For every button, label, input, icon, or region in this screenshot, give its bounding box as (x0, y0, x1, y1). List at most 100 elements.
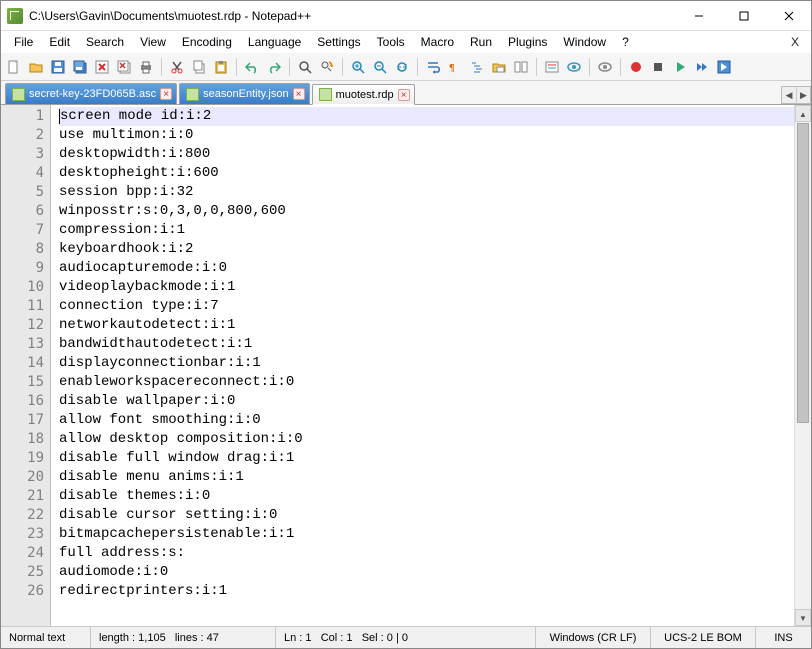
code-line[interactable]: full address:s: (59, 544, 794, 563)
menu-macro[interactable]: Macro (414, 33, 461, 51)
new-file-icon[interactable] (5, 58, 23, 76)
line-number: 21 (1, 487, 44, 506)
menu-edit[interactable]: Edit (42, 33, 77, 51)
menu-run[interactable]: Run (463, 33, 499, 51)
function-list-icon[interactable] (543, 58, 561, 76)
tab-label: seasonEntity.json (203, 88, 288, 100)
copy-icon[interactable] (190, 58, 208, 76)
cut-icon[interactable] (168, 58, 186, 76)
paste-icon[interactable] (212, 58, 230, 76)
window-controls (676, 1, 811, 30)
indent-guide-icon[interactable] (468, 58, 486, 76)
play-macro-icon[interactable] (671, 58, 689, 76)
scroll-thumb[interactable] (797, 123, 809, 423)
tab-close-icon[interactable]: × (160, 88, 172, 100)
line-number: 3 (1, 145, 44, 164)
code-line[interactable]: keyboardhook:i:2 (59, 240, 794, 259)
tab-close-icon[interactable]: × (293, 88, 305, 100)
menu-view[interactable]: View (133, 33, 173, 51)
code-line[interactable]: winposstr:s:0,3,0,0,800,600 (59, 202, 794, 221)
code-line[interactable]: allow font smoothing:i:0 (59, 411, 794, 430)
title-bar: C:\Users\Gavin\Documents\muotest.rdp - N… (1, 1, 811, 31)
menu-window[interactable]: Window (556, 33, 613, 51)
scroll-down-icon[interactable]: ▼ (795, 609, 811, 626)
toolbar-separator (342, 58, 343, 76)
tab-secret-key-23fd065b-asc[interactable]: secret-key-23FD065B.asc× (5, 83, 177, 104)
zoom-out-icon[interactable] (371, 58, 389, 76)
save-macro-icon[interactable] (715, 58, 733, 76)
line-number: 16 (1, 392, 44, 411)
tab-scroll-nav: ◀ ▶ (781, 86, 811, 104)
menu-encoding[interactable]: Encoding (175, 33, 239, 51)
line-number-gutter: 1234567891011121314151617181920212223242… (1, 105, 51, 626)
sync-icon[interactable] (393, 58, 411, 76)
menu-q[interactable]: ? (615, 33, 636, 51)
code-line[interactable]: enableworkspacereconnect:i:0 (59, 373, 794, 392)
undo-icon[interactable] (243, 58, 261, 76)
doc-close-x[interactable]: X (785, 33, 805, 51)
code-line[interactable]: desktopwidth:i:800 (59, 145, 794, 164)
code-line[interactable]: screen mode id:i:2 (59, 107, 794, 126)
close-button[interactable] (766, 1, 811, 30)
code-line[interactable]: desktopheight:i:600 (59, 164, 794, 183)
maximize-button[interactable] (721, 1, 766, 30)
zoom-in-icon[interactable] (349, 58, 367, 76)
menu-tools[interactable]: Tools (370, 33, 412, 51)
fast-play-icon[interactable] (693, 58, 711, 76)
code-line[interactable]: bandwidthautodetect:i:1 (59, 335, 794, 354)
folder-icon[interactable] (490, 58, 508, 76)
code-area[interactable]: screen mode id:i:2use multimon:i:0deskto… (51, 105, 794, 626)
menu-language[interactable]: Language (241, 33, 308, 51)
status-encoding: UCS-2 LE BOM (651, 627, 756, 648)
menu-plugins[interactable]: Plugins (501, 33, 554, 51)
line-number: 24 (1, 544, 44, 563)
menu-search[interactable]: Search (79, 33, 131, 51)
close-icon[interactable] (93, 58, 111, 76)
line-number: 18 (1, 430, 44, 449)
vertical-scrollbar[interactable]: ▲ ▼ (794, 105, 811, 626)
close-all-icon[interactable] (115, 58, 133, 76)
print-icon[interactable] (137, 58, 155, 76)
show-all-icon[interactable]: ¶ (446, 58, 464, 76)
code-line[interactable]: session bpp:i:32 (59, 183, 794, 202)
code-line[interactable]: videoplaybackmode:i:1 (59, 278, 794, 297)
tab-scroll-left-icon[interactable]: ◀ (782, 87, 796, 103)
line-number: 6 (1, 202, 44, 221)
code-line[interactable]: redirectprinters:i:1 (59, 582, 794, 601)
doc-map-icon[interactable] (565, 58, 583, 76)
monitor-icon[interactable] (596, 58, 614, 76)
doc-switcher-icon[interactable] (512, 58, 530, 76)
code-line[interactable]: use multimon:i:0 (59, 126, 794, 145)
record-macro-icon[interactable] (627, 58, 645, 76)
code-line[interactable]: audiocapturemode:i:0 (59, 259, 794, 278)
save-all-icon[interactable] (71, 58, 89, 76)
minimize-button[interactable] (676, 1, 721, 30)
code-line[interactable]: networkautodetect:i:1 (59, 316, 794, 335)
replace-icon[interactable] (318, 58, 336, 76)
open-file-icon[interactable] (27, 58, 45, 76)
save-icon[interactable] (49, 58, 67, 76)
code-line[interactable]: bitmapcachepersistenable:i:1 (59, 525, 794, 544)
line-number: 12 (1, 316, 44, 335)
code-line[interactable]: compression:i:1 (59, 221, 794, 240)
code-line[interactable]: audiomode:i:0 (59, 563, 794, 582)
code-line[interactable]: displayconnectionbar:i:1 (59, 354, 794, 373)
tab-muotest-rdp[interactable]: muotest.rdp× (312, 84, 415, 105)
tab-close-icon[interactable]: × (398, 89, 410, 101)
code-line[interactable]: disable wallpaper:i:0 (59, 392, 794, 411)
code-line[interactable]: disable full window drag:i:1 (59, 449, 794, 468)
code-line[interactable]: connection type:i:7 (59, 297, 794, 316)
menu-file[interactable]: File (7, 33, 40, 51)
code-line[interactable]: disable menu anims:i:1 (59, 468, 794, 487)
tab-seasonentity-json[interactable]: seasonEntity.json × (179, 83, 309, 104)
stop-macro-icon[interactable] (649, 58, 667, 76)
word-wrap-icon[interactable] (424, 58, 442, 76)
code-line[interactable]: disable themes:i:0 (59, 487, 794, 506)
menu-settings[interactable]: Settings (310, 33, 367, 51)
redo-icon[interactable] (265, 58, 283, 76)
scroll-up-icon[interactable]: ▲ (795, 105, 811, 122)
code-line[interactable]: allow desktop composition:i:0 (59, 430, 794, 449)
tab-scroll-right-icon[interactable]: ▶ (796, 87, 810, 103)
find-icon[interactable] (296, 58, 314, 76)
code-line[interactable]: disable cursor setting:i:0 (59, 506, 794, 525)
